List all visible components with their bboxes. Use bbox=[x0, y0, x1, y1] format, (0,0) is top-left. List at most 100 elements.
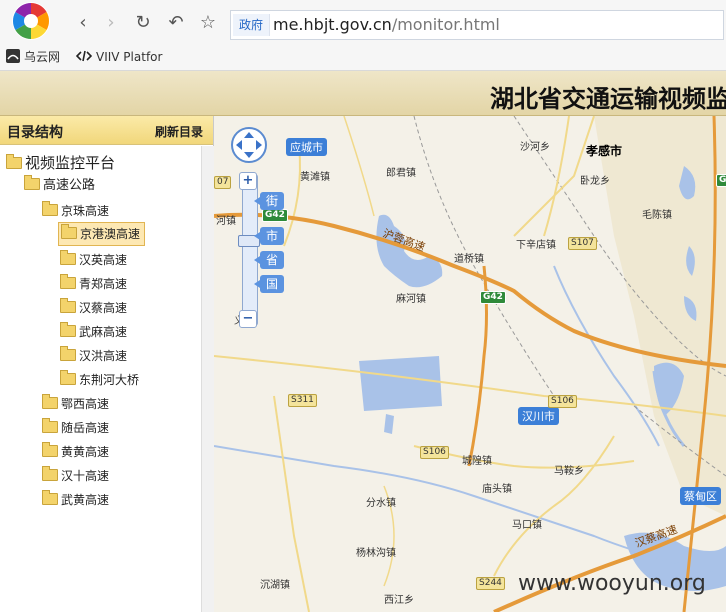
directory-sidebar: 目录结构 刷新目录 视频监控平台 高速公路 京珠高速 京港澳高速 汉英高速 青郑… bbox=[0, 116, 214, 612]
map-label-town: 庙头镇 bbox=[482, 484, 512, 495]
forward-button[interactable]: › bbox=[100, 12, 122, 34]
tree-node-label: 鄂西高速 bbox=[61, 397, 110, 411]
map-label-town: 河镇 bbox=[216, 216, 236, 227]
tree-node-label: 汉洪高速 bbox=[79, 349, 128, 363]
tree-node-label: 视频监控平台 bbox=[25, 154, 116, 172]
url-path: /monitor.html bbox=[391, 15, 500, 34]
tree-node-highway-item[interactable]: 武黄高速 bbox=[42, 489, 109, 511]
folder-icon bbox=[42, 466, 58, 481]
tree-node-label: 京珠高速 bbox=[61, 204, 110, 218]
map-label-city: 应城市 bbox=[286, 138, 327, 156]
tree-node-leaf[interactable]: 汉洪高速 bbox=[60, 345, 127, 367]
folder-icon bbox=[42, 442, 58, 457]
tree-node-root[interactable]: 视频监控平台 bbox=[6, 152, 115, 174]
tree-node-label: 京港澳高速 bbox=[80, 227, 141, 241]
route-shield: S106 bbox=[548, 395, 577, 408]
folder-icon bbox=[42, 394, 58, 409]
zoom-out-button[interactable]: − bbox=[239, 310, 257, 328]
folder-icon bbox=[61, 224, 77, 239]
map-label-town: 下辛店镇 bbox=[516, 240, 556, 251]
url-text[interactable]: me.hbjt.gov.cn/monitor.html bbox=[273, 15, 500, 35]
route-shield: S107 bbox=[568, 237, 597, 250]
zoom-level-country[interactable]: 国 bbox=[254, 275, 284, 293]
browser-logo-icon[interactable] bbox=[4, 0, 58, 42]
map-label-town: 马口镇 bbox=[512, 520, 542, 531]
tree-node-label: 汉蔡高速 bbox=[79, 301, 128, 315]
map-label-city: 孝感市 bbox=[586, 144, 623, 158]
map-label-city: 蔡甸区 bbox=[680, 487, 721, 505]
tree-node-highway-item[interactable]: 随岳高速 bbox=[42, 417, 109, 439]
address-bar[interactable]: 政府 me.hbjt.gov.cn/monitor.html bbox=[230, 10, 724, 40]
tree-node-leaf[interactable]: 武麻高速 bbox=[60, 321, 127, 343]
sidebar-scrollbar[interactable] bbox=[201, 146, 214, 612]
watermark: www.wooyun.org bbox=[518, 571, 706, 596]
page-title: 湖北省交通运输视频监 bbox=[490, 85, 726, 113]
tree-node-jingzhu[interactable]: 京珠高速 bbox=[42, 200, 109, 222]
zoom-level-province[interactable]: 省 bbox=[254, 251, 284, 269]
tree-node-label: 高速公路 bbox=[43, 178, 96, 193]
zoom-in-button[interactable]: + bbox=[239, 172, 257, 190]
tree-node-label: 随岳高速 bbox=[61, 421, 110, 435]
tree-node-highway-item[interactable]: 汉十高速 bbox=[42, 465, 109, 487]
map-label-town: 郎君镇 bbox=[386, 168, 416, 179]
undo-button[interactable]: ↶ bbox=[165, 12, 187, 34]
bookmark-label: 乌云网 bbox=[24, 50, 61, 64]
folder-icon bbox=[42, 490, 58, 505]
zoom-level-street[interactable]: 街 bbox=[254, 192, 284, 210]
tree-node-label: 武麻高速 bbox=[79, 325, 128, 339]
tree-node-leaf[interactable]: 汉蔡高速 bbox=[60, 297, 127, 319]
tree-node-label: 东荆河大桥 bbox=[79, 373, 140, 387]
bookmark-star-icon[interactable]: ☆ bbox=[197, 12, 219, 34]
tree-node-label: 青郑高速 bbox=[79, 277, 128, 291]
map-label-city: 汉川市 bbox=[518, 407, 559, 425]
map-label-town: 毛陈镇 bbox=[642, 210, 672, 221]
tree-node-highway-item[interactable]: 黄黄高速 bbox=[42, 441, 109, 463]
sidebar-title: 目录结构 bbox=[7, 125, 63, 141]
tree-node-leaf[interactable]: 青郑高速 bbox=[60, 273, 127, 295]
route-shield: G bbox=[716, 174, 726, 187]
tree-node-label: 武黄高速 bbox=[61, 493, 110, 507]
zoom-level-city[interactable]: 市 bbox=[254, 227, 284, 245]
bookmark-viiv[interactable]: VIIV Platfor bbox=[75, 48, 163, 66]
map-label-town: 卧龙乡 bbox=[580, 176, 610, 187]
reload-button[interactable]: ↻ bbox=[132, 12, 154, 34]
map-label-town: 麻河镇 bbox=[396, 294, 426, 305]
bookmark-wooyun[interactable]: 乌云网 bbox=[6, 48, 60, 66]
tree-node-leaf[interactable]: 东荆河大桥 bbox=[60, 369, 139, 391]
map-label-town: 道桥镇 bbox=[454, 254, 484, 265]
tree-node-selected[interactable]: 京港澳高速 bbox=[58, 222, 146, 246]
map-label-town: 杨林沟镇 bbox=[356, 548, 396, 559]
folder-icon bbox=[42, 201, 58, 216]
tree-node-leaf[interactable]: 汉英高速 bbox=[60, 249, 127, 271]
map-label-town: 沉湖镇 bbox=[260, 580, 290, 591]
map-pan-control[interactable] bbox=[230, 126, 268, 164]
bookmark-label: VIIV Platfor bbox=[96, 50, 163, 64]
back-button[interactable]: ‹ bbox=[72, 12, 94, 34]
sidebar-header: 目录结构 刷新目录 bbox=[0, 116, 213, 145]
tree-node-label: 汉十高速 bbox=[61, 469, 110, 483]
map-canvas[interactable]: 应城市 孝感市 汉川市 蔡甸区 黄滩镇 郎君镇 沙河乡 卧龙乡 毛陈镇 下辛店镇… bbox=[214, 116, 726, 612]
folder-icon bbox=[42, 418, 58, 433]
map-label-town: 城隍镇 bbox=[462, 456, 492, 467]
folder-icon bbox=[60, 250, 76, 265]
map-label-town: 分水镇 bbox=[366, 498, 396, 509]
folder-icon bbox=[60, 274, 76, 289]
route-shield: S106 bbox=[420, 446, 449, 459]
code-icon bbox=[75, 49, 93, 63]
folder-icon bbox=[24, 175, 40, 190]
tree-node-highway-item[interactable]: 鄂西高速 bbox=[42, 393, 109, 415]
folder-icon bbox=[60, 322, 76, 337]
tree-node-label: 黄黄高速 bbox=[61, 445, 110, 459]
refresh-directory-button[interactable]: 刷新目录 bbox=[155, 123, 203, 140]
route-shield: S244 bbox=[476, 577, 505, 590]
wooyun-icon bbox=[6, 49, 20, 63]
route-shield: G42 bbox=[262, 209, 288, 222]
map-label-town: 西江乡 bbox=[384, 595, 414, 606]
map-label-town: 黄滩镇 bbox=[300, 172, 330, 183]
tree-node-label: 汉英高速 bbox=[79, 253, 128, 267]
url-host: me.hbjt.gov.cn bbox=[273, 15, 392, 34]
tree-node-highway[interactable]: 高速公路 bbox=[24, 175, 95, 197]
route-shield: S311 bbox=[288, 394, 317, 407]
folder-icon bbox=[60, 370, 76, 385]
browser-toolbar: ‹ › ↻ ↶ ☆ 政府 me.hbjt.gov.cn/monitor.html bbox=[0, 0, 726, 44]
